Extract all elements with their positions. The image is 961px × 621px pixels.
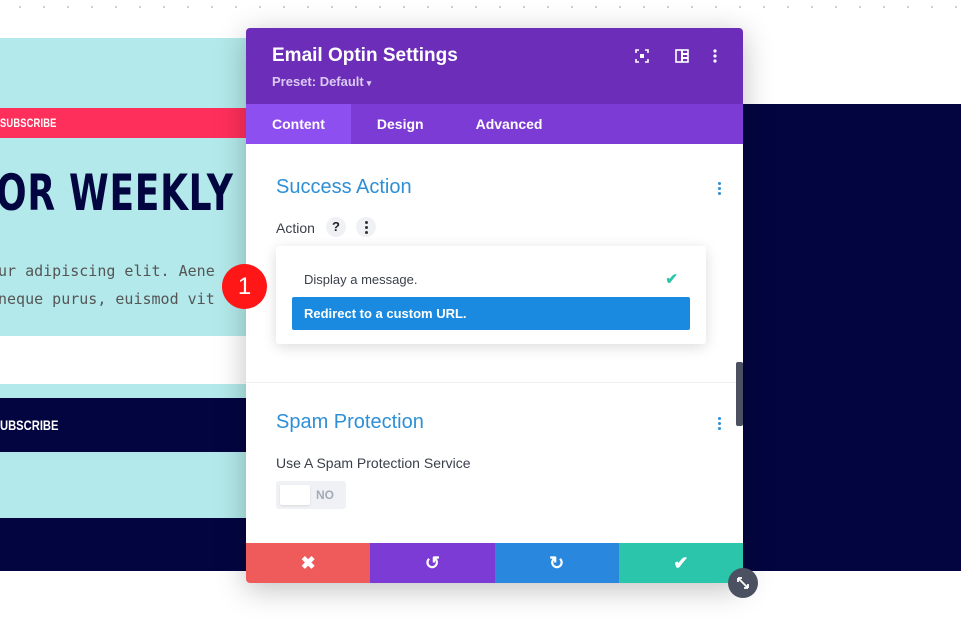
step-number-badge: 1 (222, 264, 267, 309)
undo-icon: ↺ (424, 552, 440, 573)
section-menu-icon[interactable] (718, 182, 722, 197)
preset-selector[interactable]: Preset: Default ▾ (272, 74, 371, 89)
scrollbar-thumb[interactable] (736, 362, 743, 426)
modal-title: Email Optin Settings (272, 45, 458, 66)
section-divider (246, 382, 743, 383)
subscribe-navy-button[interactable]: UBSCRIBE (0, 398, 252, 452)
option-redirect-url[interactable]: Redirect to a custom URL. (292, 297, 690, 330)
spam-service-label: Use A Spam Protection Service (276, 455, 471, 471)
toggle-state-label: NO (316, 488, 334, 502)
option-display-message-label: Display a message. (304, 272, 418, 287)
modal-content: Success Action Action ? Display a messag… (246, 144, 743, 543)
help-icon[interactable]: ? (326, 217, 346, 237)
resize-handle[interactable] (728, 568, 758, 598)
tab-content[interactable]: Content (246, 104, 351, 144)
spam-protection-title[interactable]: Spam Protection (276, 411, 424, 434)
tab-advanced[interactable]: Advanced (450, 104, 569, 144)
body-text-line-2: neque purus, euismod vit (0, 290, 215, 308)
redo-icon: ↻ (549, 552, 565, 573)
modal-tabs: Content Design Advanced (246, 104, 743, 144)
subscribe-pink-button[interactable]: SUBSCRIBE (0, 108, 252, 138)
undo-button[interactable]: ↺ (370, 543, 495, 583)
field-options-icon[interactable] (356, 217, 376, 237)
close-icon: ✖ (300, 552, 316, 573)
top-dotted-line (0, 6, 961, 8)
success-action-title[interactable]: Success Action (276, 176, 412, 199)
page-section-navy (740, 104, 961, 571)
tab-design[interactable]: Design (351, 104, 450, 144)
subscribe-pink-label: SUBSCRIBE (0, 116, 57, 130)
fullscreen-icon[interactable] (634, 48, 650, 64)
modal-header: Email Optin Settings Preset: Default ▾ (246, 28, 743, 104)
settings-modal: Email Optin Settings Preset: Default ▾ Co… (246, 28, 743, 583)
resize-arrows-icon (737, 577, 749, 589)
option-display-message[interactable]: Display a message. ✔ (292, 263, 690, 296)
body-text-line-1: ur adipiscing elit. Aene (0, 262, 215, 280)
preset-label: Preset: Default (272, 74, 364, 89)
modal-footer: ✖ ↺ ↻ ✔ (246, 543, 743, 583)
cancel-button[interactable]: ✖ (246, 543, 371, 583)
action-dropdown: Display a message. ✔ Redirect to a custo… (276, 246, 706, 344)
toggle-knob (280, 485, 310, 505)
check-icon: ✔ (673, 552, 689, 573)
redo-button[interactable]: ↻ (494, 543, 619, 583)
split-view-icon[interactable] (674, 48, 690, 64)
section-menu-icon[interactable] (718, 417, 722, 432)
page-white-band (0, 336, 252, 384)
action-field-label: Action (276, 220, 315, 236)
checkmark-icon: ✔ (665, 271, 678, 288)
subscribe-navy-label: UBSCRIBE (0, 417, 59, 433)
more-options-icon[interactable] (707, 48, 723, 64)
spam-protection-toggle[interactable]: NO (276, 481, 346, 509)
save-button[interactable]: ✔ (618, 543, 743, 583)
caret-down-icon: ▾ (366, 78, 372, 88)
